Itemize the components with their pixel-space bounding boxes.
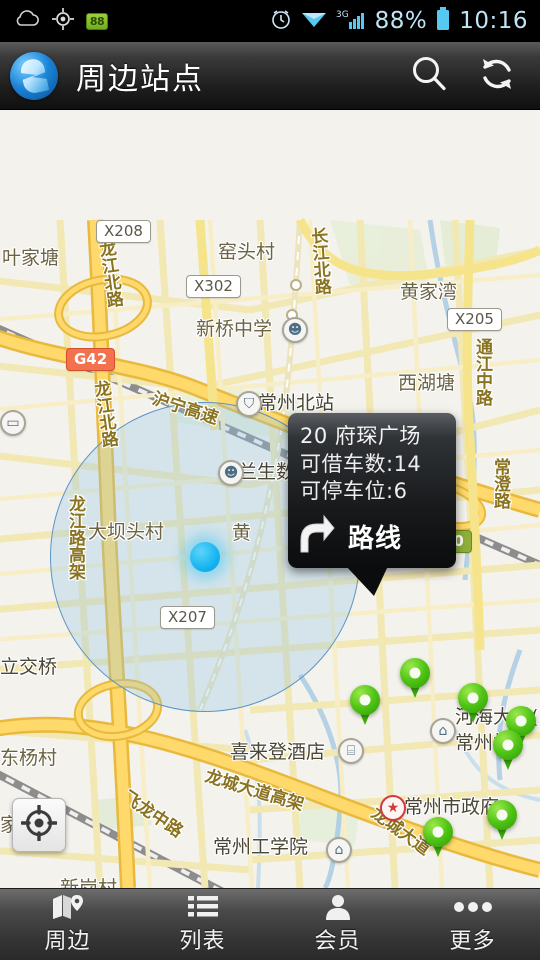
nav-label-list: 列表	[179, 929, 226, 954]
gps-icon	[52, 8, 74, 34]
marker-pin	[487, 800, 517, 830]
road-shield: X208	[96, 220, 151, 243]
list-icon	[187, 894, 218, 920]
refresh-icon[interactable]	[476, 53, 518, 99]
alarm-clock-icon	[270, 8, 292, 34]
app-bar: 周边站点	[0, 42, 540, 110]
nav-label-member: 会员	[314, 929, 361, 954]
cloud-icon	[14, 10, 40, 32]
station-marker[interactable]	[350, 685, 380, 727]
route-arrow-icon	[300, 514, 338, 558]
app-bar-actions	[408, 53, 540, 99]
marker-pin	[400, 658, 430, 688]
more-dots-icon	[453, 894, 493, 920]
marker-pin	[350, 685, 380, 715]
page-title: 周边站点	[76, 61, 204, 97]
nav-item-nearby[interactable]: 周边	[0, 889, 135, 960]
school-icon[interactable]: ⌂	[326, 837, 352, 863]
school-icon[interactable]: ☻	[282, 317, 308, 343]
station-marker[interactable]	[400, 658, 430, 700]
app-logo-icon[interactable]	[10, 51, 58, 100]
my-location-button[interactable]	[12, 798, 66, 852]
nav-item-more[interactable]: 更多	[405, 889, 540, 960]
battery-percent-label: 88%	[374, 7, 428, 34]
app-screen: 88 3G 88% 10:16 周边站点 叶家塘 窑头村 黄家湾 新桥中学 西湖…	[0, 0, 540, 960]
government-star-icon[interactable]: ★	[380, 795, 406, 821]
university-icon[interactable]: ⌂	[430, 718, 456, 744]
nav-label-more: 更多	[449, 929, 496, 954]
station-marker[interactable]	[493, 730, 523, 772]
road-shield: G42	[66, 348, 116, 371]
road-shield: X302	[186, 275, 241, 298]
popup-tail	[346, 566, 388, 597]
map-icon	[52, 894, 84, 920]
clock-label: 10:16	[459, 7, 528, 34]
train-station-icon[interactable]: ⛉	[236, 391, 262, 417]
road-shield: X207	[160, 606, 215, 629]
station-marker[interactable]	[487, 800, 517, 842]
route-label: 路线	[348, 523, 403, 554]
available-docks-label: 可停车位:6	[300, 479, 408, 504]
marker-pin	[423, 817, 453, 847]
wifi-icon	[301, 9, 327, 33]
road-shield: X205	[447, 308, 502, 331]
station-info-popup[interactable]: 20 府琛广场 可借车数:14 可停车位:6 路线	[288, 413, 456, 597]
svg-text:3G: 3G	[336, 10, 349, 20]
bottom-navigation-bar: 周边 列表 会员 更多	[0, 888, 540, 960]
station-marker[interactable]	[423, 817, 453, 859]
hotel-icon[interactable]: ⌸	[338, 738, 364, 764]
station-marker[interactable]	[458, 683, 488, 725]
school-icon[interactable]: ☻	[218, 460, 244, 486]
nav-item-list[interactable]: 列表	[135, 889, 270, 960]
nav-item-member[interactable]: 会员	[270, 889, 405, 960]
map-view[interactable]: 叶家塘窑头村黄家湾新桥中学西湖塘常州北站兰生数控职校大坝头村黄立交桥东杨村喜来登…	[0, 110, 540, 888]
status-bar: 88 3G 88% 10:16	[0, 0, 540, 42]
battery-icon	[436, 7, 450, 35]
status-bar-right: 3G 88% 10:16	[270, 7, 540, 35]
signal-bars-icon: 3G	[336, 8, 366, 34]
route-button[interactable]: 路线	[300, 514, 446, 560]
person-icon	[325, 894, 351, 920]
bus-icon[interactable]: ▭	[0, 410, 26, 436]
app-badge-icon: 88	[86, 12, 108, 30]
marker-pin	[493, 730, 523, 760]
nav-label-nearby: 周边	[44, 929, 91, 954]
search-icon[interactable]	[408, 53, 450, 99]
available-bikes-label: 可借车数:14	[300, 451, 422, 476]
my-location-dot	[190, 542, 220, 572]
my-location-crosshair-icon	[20, 804, 58, 845]
status-bar-left: 88	[0, 8, 108, 34]
station-name-label: 20 府琛广场	[300, 424, 421, 448]
marker-pin	[458, 683, 488, 713]
